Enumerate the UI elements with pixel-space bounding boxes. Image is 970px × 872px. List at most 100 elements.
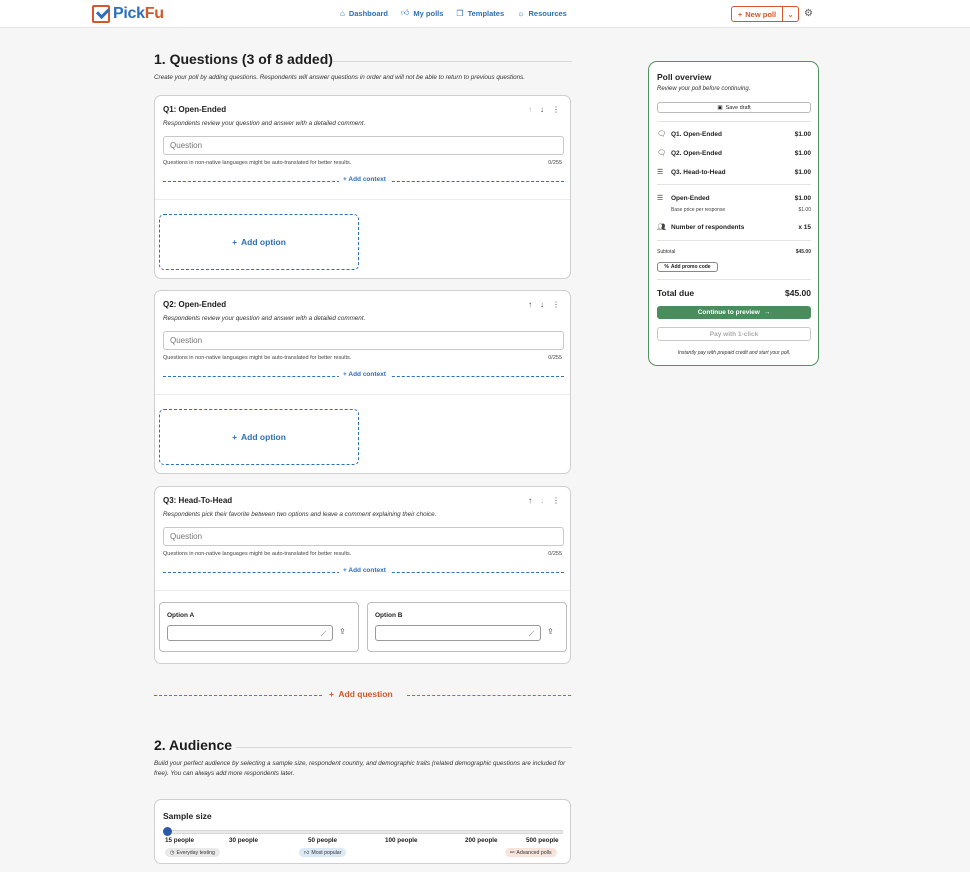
item-label: Q1. Open-Ended (671, 130, 722, 138)
badge-most-popular: 👍︎ Most popular (299, 848, 347, 857)
question-input[interactable] (163, 527, 564, 546)
total-label: Total due (657, 288, 695, 298)
new-poll-dropdown[interactable]: ⌄ (783, 7, 798, 21)
card-separator (155, 590, 570, 591)
questions-section-description: Create your poll by adding questions. Re… (154, 74, 526, 81)
new-poll-button-group: + New poll ⌄ (731, 6, 799, 22)
question-title: Q3: Head-To-Head (163, 496, 233, 505)
add-option-button[interactable]: + Add option (159, 214, 359, 270)
sample-tick[interactable]: 15 people (165, 837, 194, 844)
sample-tick[interactable]: 100 people (385, 837, 418, 844)
more-vertical-icon[interactable]: ⋮ (552, 496, 560, 505)
clock-icon: ◷ (170, 849, 175, 856)
arrow-up-icon[interactable]: ↑ (528, 300, 532, 309)
nav-my-polls-label: My polls (413, 8, 444, 18)
dashed-line (154, 695, 322, 696)
add-option-button[interactable]: + Add option (159, 409, 359, 465)
nav-dashboard[interactable]: ⌂ Dashboard (340, 8, 388, 18)
type-label: Open-Ended (671, 194, 710, 202)
arrow-right-icon: → (763, 309, 771, 316)
option-b-input[interactable] (375, 625, 541, 641)
pickfu-logo[interactable]: PickFu (92, 4, 164, 24)
add-option-label: Add option (241, 237, 286, 247)
item-price: $1.00 (794, 130, 811, 138)
question-description: Respondents review your question and ans… (163, 120, 366, 127)
add-context-button[interactable]: + Add context (163, 176, 564, 186)
section-divider (236, 747, 572, 748)
add-context-button[interactable]: + Add context (163, 371, 564, 381)
add-context-text: Add context (348, 176, 386, 183)
nav-dashboard-label: Dashboard (348, 8, 389, 18)
arrow-down-icon[interactable]: ↓ (540, 300, 544, 309)
translation-hint: Questions in non-native languages might … (163, 160, 352, 166)
overview-divider (657, 184, 811, 185)
more-vertical-icon[interactable]: ⋮ (552, 300, 560, 309)
question-input[interactable] (163, 136, 564, 155)
new-poll-button[interactable]: + New poll (732, 7, 783, 21)
upload-icon[interactable]: ⇪ (547, 627, 554, 636)
continue-to-preview-button[interactable]: Continue to preview → (657, 306, 811, 319)
sample-tick[interactable]: 200 people (465, 837, 498, 844)
respondents-value: x 15 (798, 223, 811, 231)
add-context-text: Add context (348, 371, 386, 378)
character-count: 0/255 (548, 160, 562, 166)
sample-tick[interactable]: 30 people (229, 837, 258, 844)
add-promo-code-button[interactable]: % Add promo code (657, 262, 718, 272)
top-navigation-bar: PickFu ⌂ Dashboard 👍︎ My polls ❐ Templates … (0, 0, 970, 28)
plus-icon: + (737, 9, 743, 19)
poll-overview-panel: Poll overview Review your poll before co… (648, 61, 819, 366)
sample-tick[interactable]: 500 people (526, 837, 559, 844)
question-input[interactable] (163, 331, 564, 350)
more-vertical-icon[interactable]: ⋮ (552, 105, 560, 114)
subtotal-row: Subtotal $45.00 (657, 249, 811, 255)
arrow-up-icon[interactable]: ↑ (528, 105, 532, 114)
link-icon: ⚯ (510, 849, 515, 856)
logo-text: PickFu (113, 5, 164, 23)
resize-handle-icon[interactable]: ⟋ (321, 631, 326, 639)
sample-size-slider-track[interactable] (165, 830, 563, 834)
respondents-label: Number of respondents (671, 223, 745, 231)
badge-everyday-testing: ◷ Everyday testing (165, 848, 220, 857)
questions-section-title: 1. Questions (3 of 8 added) (154, 51, 333, 67)
pay-with-1-click-button[interactable]: Pay with 1-click (657, 327, 811, 341)
resize-handle-icon[interactable]: ⟋ (529, 631, 534, 639)
sample-tick[interactable]: 50 people (308, 837, 337, 844)
arrow-down-icon[interactable]: ↓ (540, 105, 544, 114)
type-price: $1.00 (794, 194, 811, 202)
arrow-up-icon[interactable]: ↑ (528, 496, 532, 505)
overview-divider (657, 121, 811, 122)
add-context-label: + Add context (339, 176, 390, 183)
list-icon: ☰ (657, 169, 664, 176)
item-label: Q3. Head-to-Head (671, 168, 726, 176)
question-title: Q1: Open-Ended (163, 105, 227, 114)
comment-icon: 🗨︎ (657, 131, 666, 138)
character-count: 0/255 (548, 355, 562, 361)
audience-section-description: Build your perfect audience by selecting… (154, 760, 566, 777)
nav-templates[interactable]: ❐ Templates (456, 8, 504, 18)
base-price-row: Base price per response $1.00 (671, 207, 811, 213)
question-card-q1: Q1: Open-Ended ↑ ↓ ⋮ Respondents review … (154, 95, 571, 279)
overview-divider (657, 279, 811, 280)
sample-size-slider-thumb[interactable] (163, 827, 172, 836)
badge-label: Advanced polls (516, 849, 552, 856)
promo-label: Add promo code (670, 264, 711, 270)
overview-footer-note: Instantly pay with prepaid credit and st… (677, 350, 791, 356)
add-context-button[interactable]: + Add context (163, 567, 564, 577)
nav-my-polls[interactable]: 👍︎ My polls (401, 8, 443, 18)
add-option-label: Add option (241, 432, 286, 442)
sample-size-title: Sample size (163, 811, 212, 821)
overview-item-q1: 🗨︎ Q1. Open-Ended $1.00 (657, 129, 811, 139)
gear-icon[interactable]: ⚙ (804, 8, 813, 19)
question-title: Q2: Open-Ended (163, 300, 227, 309)
new-poll-label: New poll (745, 9, 777, 19)
upload-icon[interactable]: ⇪ (339, 627, 346, 636)
add-question-button[interactable]: + Add question (154, 688, 571, 702)
nav-resources[interactable]: ☼ Resources (517, 8, 567, 18)
arrow-down-icon[interactable]: ↓ (540, 496, 544, 505)
add-context-text: Add context (348, 567, 386, 574)
add-context-label: + Add context (339, 371, 390, 378)
overview-title: Poll overview (657, 72, 712, 82)
section-divider (332, 61, 572, 62)
save-draft-button[interactable]: ▣ Save draft (657, 102, 811, 113)
option-a-input[interactable] (167, 625, 333, 641)
